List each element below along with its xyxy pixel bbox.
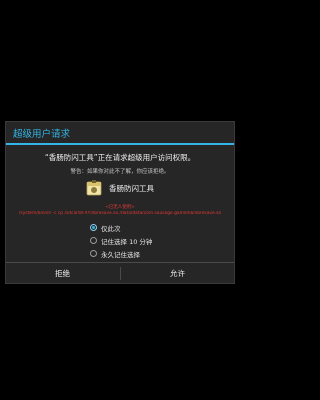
option-forever[interactable]: 永久记住选择	[90, 249, 180, 259]
option-label: 永久记住选择	[101, 251, 140, 259]
option-label: 仅此次	[101, 225, 121, 233]
command-label: <已无人使用>	[105, 205, 135, 210]
title-divider	[6, 143, 234, 145]
allow-button[interactable]: 允许	[121, 263, 234, 284]
dialog-title: 超级用户请求	[13, 129, 71, 140]
request-message: “香肠防闪工具”正在请求超级用户访问权限。	[44, 153, 196, 162]
warning-text: 警告：如果你对此不了解，你应该拒绝。	[70, 169, 170, 175]
radio-unchecked-icon[interactable]	[90, 237, 97, 244]
radio-checked-icon[interactable]	[90, 224, 97, 231]
deny-button[interactable]: 拒绝	[6, 263, 119, 284]
option-10-minutes[interactable]: 记住选择 10 分钟	[90, 236, 180, 246]
command-text: /system/bin/sh -c cp /sdcard/FXY/libresa…	[18, 211, 222, 216]
radio-unchecked-icon[interactable]	[90, 250, 97, 257]
button-bar: 拒绝 允许	[6, 262, 234, 284]
app-package-icon	[86, 180, 102, 196]
option-label: 记住选择 10 分钟	[101, 238, 153, 246]
app-name: 香肠防闪工具	[109, 184, 154, 193]
option-once[interactable]: 仅此次	[90, 223, 180, 233]
superuser-request-dialog: 超级用户请求 “香肠防闪工具”正在请求超级用户访问权限。 警告：如果你对此不了解…	[5, 121, 235, 284]
